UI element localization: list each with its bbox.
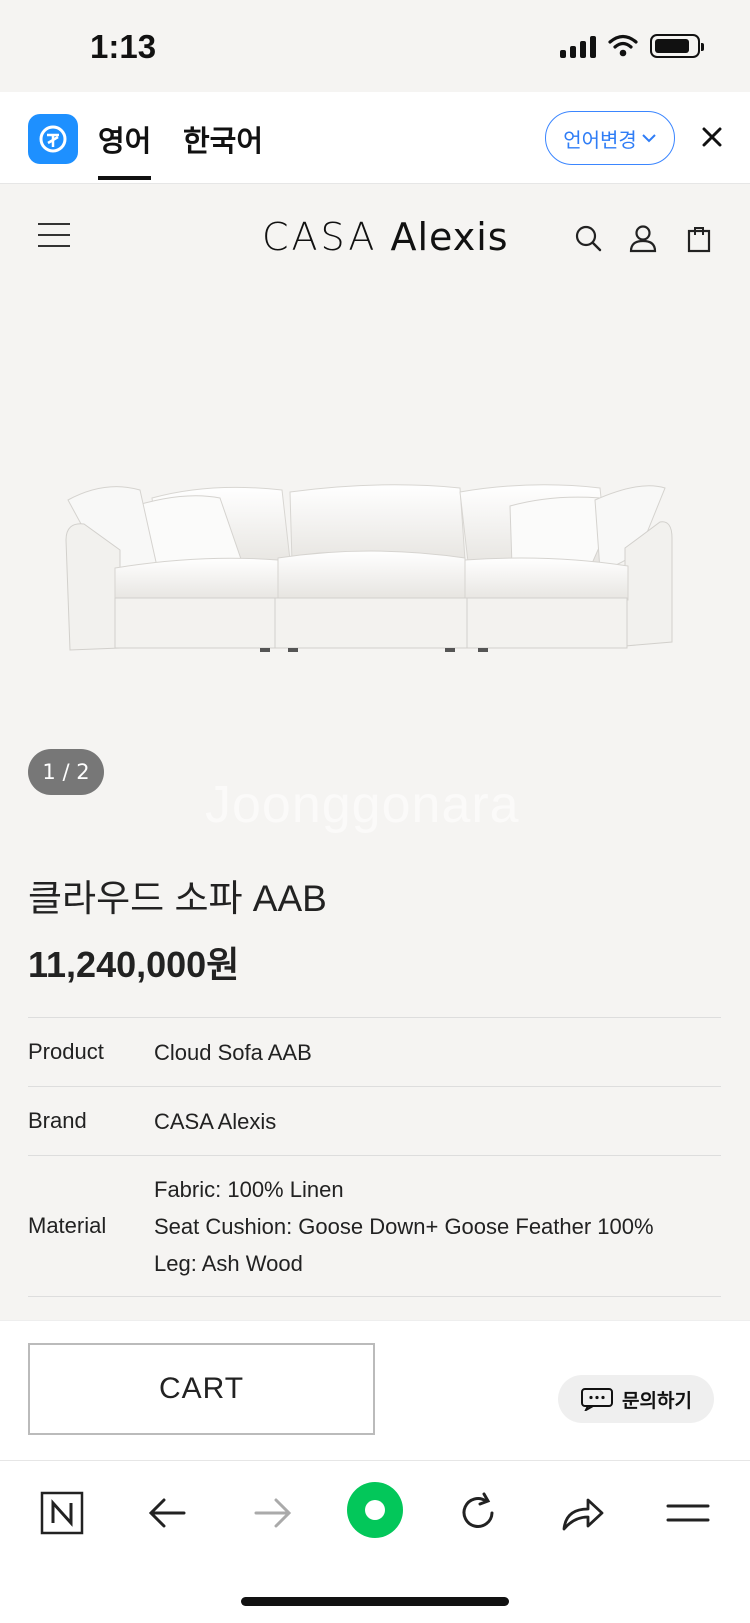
spec-key: Brand bbox=[28, 1108, 87, 1133]
hamburger-menu-icon[interactable] bbox=[38, 223, 70, 247]
cart-button[interactable]: CART bbox=[28, 1343, 375, 1435]
chevron-down-icon bbox=[642, 134, 656, 143]
spec-value: Leg: Ash Wood bbox=[154, 1250, 303, 1276]
account-icon[interactable] bbox=[628, 223, 658, 253]
spec-value-list: Fabric: 100% Linen Seat Cushion: Goose D… bbox=[154, 1171, 654, 1282]
product-price: 11,240,000원 bbox=[28, 944, 240, 985]
spec-key: Material bbox=[28, 1213, 107, 1238]
home-indicator[interactable] bbox=[241, 1597, 509, 1606]
site-header: CASA Alexis bbox=[0, 185, 750, 289]
chat-bubble-icon bbox=[581, 1388, 614, 1411]
spec-row-material: Material Fabric: 100% Linen Seat Cushion… bbox=[28, 1156, 721, 1297]
brand-logo-alexis: Alexis bbox=[390, 215, 509, 259]
battery-level bbox=[655, 39, 689, 53]
product-title: 클라우드 소파 AAB bbox=[28, 878, 327, 919]
product-image-sofa[interactable] bbox=[60, 470, 690, 680]
back-arrow-icon[interactable] bbox=[144, 1489, 192, 1537]
search-icon[interactable] bbox=[573, 223, 603, 253]
naver-n-icon[interactable] bbox=[38, 1489, 86, 1537]
spec-row-product: Product Cloud Sofa AAB bbox=[28, 1018, 721, 1087]
gallery-page-indicator: 1 / 2 bbox=[28, 749, 104, 795]
spec-value: Seat Cushion: Goose Down+ Goose Feather … bbox=[154, 1213, 654, 1239]
share-icon[interactable] bbox=[558, 1489, 606, 1537]
forward-arrow-icon[interactable] bbox=[248, 1489, 296, 1537]
change-language-label: 언어변경 bbox=[563, 127, 637, 152]
tab-korean[interactable]: 한국어 bbox=[183, 118, 263, 160]
action-bar: CART 문의하기 bbox=[0, 1320, 750, 1460]
spec-table: Product Cloud Sofa AAB Brand CASA Alexis… bbox=[28, 1017, 721, 1297]
wifi-icon bbox=[608, 34, 638, 57]
spec-value: Cloud Sofa AAB bbox=[154, 1039, 312, 1065]
reload-icon[interactable] bbox=[454, 1489, 502, 1537]
battery-icon bbox=[650, 34, 704, 58]
green-dot-icon[interactable] bbox=[346, 1481, 404, 1539]
translator-app-icon[interactable] bbox=[28, 114, 78, 164]
shopping-bag-icon[interactable] bbox=[684, 223, 714, 253]
cellular-signal-icon bbox=[560, 34, 596, 58]
close-icon[interactable] bbox=[697, 120, 727, 156]
menu-lines-icon[interactable] bbox=[664, 1489, 712, 1537]
spec-row-brand: Brand CASA Alexis bbox=[28, 1087, 721, 1156]
status-icons bbox=[560, 34, 704, 58]
inquiry-label: 문의하기 bbox=[622, 1389, 692, 1412]
spec-key: Product bbox=[28, 1039, 104, 1064]
spec-value: Fabric: 100% Linen bbox=[154, 1176, 344, 1202]
change-language-button[interactable]: 언어변경 bbox=[545, 111, 675, 165]
status-bar: 1:13 bbox=[0, 0, 750, 92]
watermark: Joonggonara bbox=[205, 776, 520, 834]
brand-logo[interactable]: CASA Alexis bbox=[262, 215, 509, 259]
translation-bar: 영어 한국어 언어변경 bbox=[0, 92, 750, 184]
tab-english[interactable]: 영어 bbox=[98, 118, 152, 180]
spec-value: CASA Alexis bbox=[154, 1108, 277, 1134]
status-time: 1:13 bbox=[90, 28, 157, 65]
inquiry-button[interactable]: 문의하기 bbox=[558, 1375, 714, 1423]
brand-logo-casa: CASA bbox=[262, 215, 378, 259]
